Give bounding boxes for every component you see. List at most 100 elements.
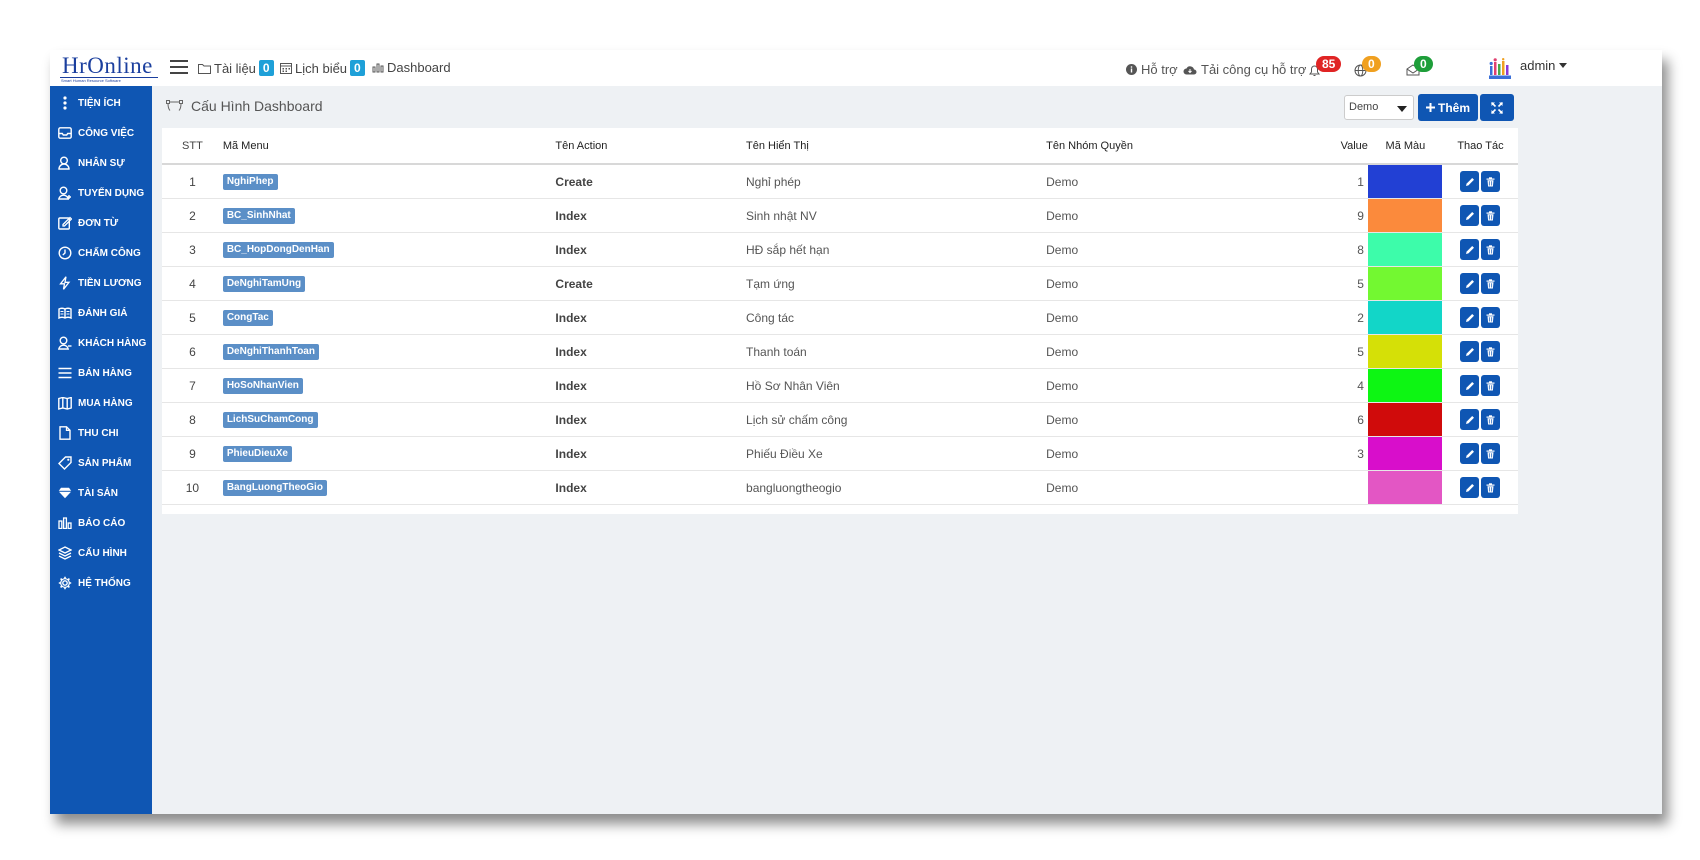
table-header-row: STT Mã Menu Tên Action Tên Hiển Thị Tên … bbox=[162, 128, 1518, 165]
menu-toggle-button[interactable] bbox=[170, 60, 188, 74]
sidebar-item-thu-chi[interactable]: THU CHI bbox=[50, 418, 152, 448]
cell-value: 2 bbox=[1340, 300, 1368, 335]
trash-icon bbox=[1486, 278, 1495, 288]
fullscreen-button[interactable] bbox=[1480, 94, 1514, 121]
delete-button[interactable] bbox=[1481, 239, 1501, 260]
sidebar-item-label: THU CHI bbox=[78, 427, 119, 439]
customer-icon bbox=[58, 336, 72, 350]
edit-button[interactable] bbox=[1460, 443, 1480, 464]
color-swatch bbox=[1367, 403, 1442, 436]
sidebar-item-label: CHẤM CÔNG bbox=[78, 247, 141, 259]
delete-button[interactable] bbox=[1481, 307, 1501, 328]
edit-button[interactable] bbox=[1460, 341, 1480, 362]
delete-button[interactable] bbox=[1481, 341, 1501, 362]
support-avatar-icon[interactable] bbox=[1488, 58, 1514, 80]
sidebar-item-he-thong[interactable]: HỆ THỐNG bbox=[50, 568, 152, 598]
nav-documents[interactable]: Tài liệu 0 bbox=[198, 60, 274, 76]
add-button[interactable]: Thêm bbox=[1418, 94, 1478, 121]
header-group[interactable]: Tên Nhóm Quyền bbox=[1046, 128, 1341, 165]
sidebar-item-nhan-su[interactable]: NHÂN SỰ bbox=[50, 148, 152, 178]
delete-button[interactable] bbox=[1481, 171, 1501, 192]
support-link[interactable]: Hỗ trợ bbox=[1126, 62, 1178, 77]
delete-button[interactable] bbox=[1481, 205, 1501, 226]
action-name: Index bbox=[555, 208, 587, 223]
action-name: Index bbox=[555, 446, 587, 461]
cloud-download-icon bbox=[1183, 65, 1197, 74]
header-menu[interactable]: Mã Menu bbox=[222, 128, 556, 165]
edit-button[interactable] bbox=[1460, 239, 1480, 260]
nav-dashboard[interactable]: Dashboard bbox=[372, 60, 451, 75]
calendar-icon bbox=[280, 63, 292, 74]
pencil-icon bbox=[1465, 347, 1474, 356]
download-tools-link[interactable]: Tải công cụ hỗ trợ bbox=[1183, 62, 1306, 77]
header-actions: Thao Tác bbox=[1442, 128, 1518, 165]
edit-button[interactable] bbox=[1460, 273, 1480, 294]
header-color[interactable]: Mã Màu bbox=[1367, 128, 1443, 165]
cell-action: Index bbox=[555, 334, 747, 369]
nav-documents-label: Tài liệu bbox=[214, 60, 256, 76]
menu-code-tag[interactable]: BC_HopDongDenHan bbox=[222, 242, 334, 258]
color-swatch bbox=[1367, 233, 1442, 266]
layers-icon bbox=[58, 546, 72, 560]
delete-button[interactable] bbox=[1481, 409, 1501, 430]
edit-button[interactable] bbox=[1460, 477, 1480, 498]
delete-button[interactable] bbox=[1481, 375, 1501, 396]
menu-code-tag[interactable]: BangLuongTheoGio bbox=[222, 480, 327, 496]
notification-bell[interactable]: 85 bbox=[1308, 56, 1348, 82]
menu-code-tag[interactable]: DeNghiThanhToan bbox=[222, 344, 319, 360]
color-swatch bbox=[1367, 199, 1442, 232]
color-swatch bbox=[1367, 471, 1442, 504]
header-display[interactable]: Tên Hiển Thị bbox=[746, 128, 1047, 165]
edit-button[interactable] bbox=[1460, 409, 1480, 430]
action-name: Index bbox=[555, 480, 587, 495]
cell-menu: HoSoNhanVien bbox=[222, 368, 556, 403]
cell-menu: BC_SinhNhat bbox=[222, 198, 556, 233]
edit-button[interactable] bbox=[1460, 375, 1480, 396]
edit-button[interactable] bbox=[1460, 205, 1480, 226]
group-filter-select[interactable]: Demo bbox=[1344, 95, 1414, 120]
sidebar-item-cong-viec[interactable]: CÔNG VIỆC bbox=[50, 118, 152, 148]
top-bar: HrOnline Smart Human Resource Software T… bbox=[50, 50, 1662, 86]
edit-button[interactable] bbox=[1460, 171, 1480, 192]
logo[interactable]: HrOnline Smart Human Resource Software bbox=[50, 50, 161, 86]
menu-code-tag[interactable]: PhieuDieuXe bbox=[222, 446, 292, 462]
delete-button[interactable] bbox=[1481, 273, 1501, 294]
notification-mail[interactable]: 0 bbox=[1406, 56, 1446, 82]
trash-icon bbox=[1486, 244, 1495, 254]
sidebar-item-ban-hang[interactable]: BÁN HÀNG bbox=[50, 358, 152, 388]
sidebar-item-tai-san[interactable]: TÀI SẢN bbox=[50, 478, 152, 508]
trash-icon bbox=[1486, 414, 1495, 424]
header-action[interactable]: Tên Action bbox=[555, 128, 747, 165]
menu-code-tag[interactable]: HoSoNhanVien bbox=[222, 378, 303, 394]
header-value[interactable]: Value bbox=[1340, 128, 1368, 165]
info-icon bbox=[1126, 64, 1137, 75]
menu-code-tag[interactable]: DeNghiTamUng bbox=[222, 276, 306, 292]
sidebar-item-tien-luong[interactable]: TIỀN LƯƠNG bbox=[50, 268, 152, 298]
user-menu[interactable]: admin bbox=[1520, 58, 1568, 73]
sidebar-item-cham-cong[interactable]: CHẤM CÔNG bbox=[50, 238, 152, 268]
notification-globe[interactable]: 0 bbox=[1354, 56, 1394, 82]
menu-code-tag[interactable]: NghiPhep bbox=[222, 174, 278, 190]
sidebar-item-cau-hinh[interactable]: CẤU HÌNH bbox=[50, 538, 152, 568]
cell-stt: 7 bbox=[162, 368, 223, 403]
menu-code-tag[interactable]: BC_SinhNhat bbox=[222, 208, 295, 224]
nav-calendar[interactable]: Lịch biểu 0 bbox=[280, 60, 365, 76]
menu-code-tag[interactable]: CongTac bbox=[222, 310, 273, 326]
cell-value: 5 bbox=[1340, 334, 1368, 369]
sidebar-item-danh-gia[interactable]: ĐÁNH GIÁ bbox=[50, 298, 152, 328]
sidebar-item-tuyen-dung[interactable]: TUYỂN DỤNG bbox=[50, 178, 152, 208]
sidebar-item-mua-hang[interactable]: MUA HÀNG bbox=[50, 388, 152, 418]
cell-action: Index bbox=[555, 368, 747, 403]
sidebar-item-don-tu[interactable]: ĐƠN TỪ bbox=[50, 208, 152, 238]
sidebar-item-khach-hang[interactable]: KHÁCH HÀNG bbox=[50, 328, 152, 358]
cell-group: Demo bbox=[1046, 198, 1341, 233]
cell-menu: LichSuChamCong bbox=[222, 402, 556, 437]
edit-button[interactable] bbox=[1460, 307, 1480, 328]
sidebar-item-tien-ich[interactable]: TIỆN ÍCH bbox=[50, 88, 152, 118]
sidebar-item-bao-cao[interactable]: BÁO CÁO bbox=[50, 508, 152, 538]
delete-button[interactable] bbox=[1481, 477, 1501, 498]
menu-code-tag[interactable]: LichSuChamCong bbox=[222, 412, 318, 428]
delete-button[interactable] bbox=[1481, 443, 1501, 464]
header-stt[interactable]: STT bbox=[162, 128, 223, 165]
sidebar-item-san-pham[interactable]: SẢN PHẨM bbox=[50, 448, 152, 478]
